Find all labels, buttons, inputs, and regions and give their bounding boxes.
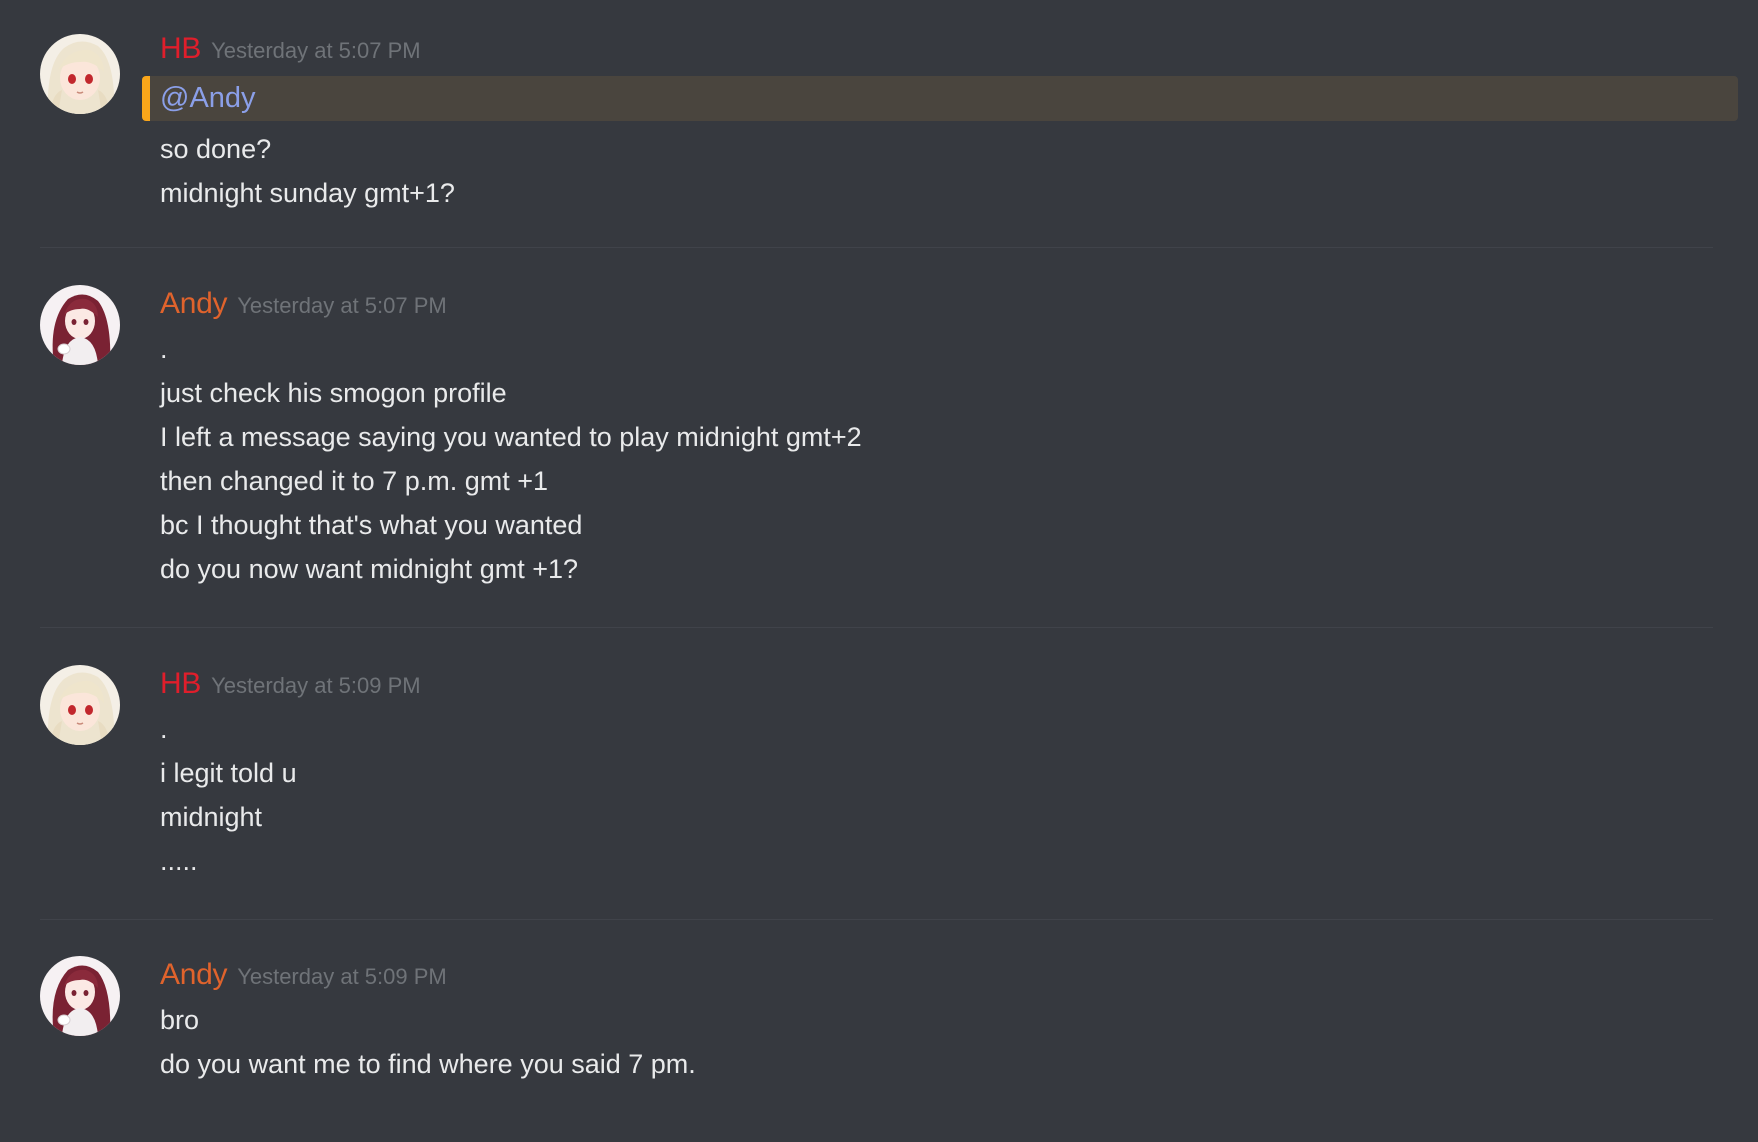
andy-avatar-icon[interactable]: [40, 285, 120, 365]
timestamp: Yesterday at 5:09 PM: [211, 673, 421, 698]
mention-highlight: @Andy: [142, 76, 1738, 121]
message-line: i legit told u: [160, 758, 297, 788]
message-header: HB Yesterday at 5:07 PM: [160, 30, 1713, 72]
mention-link[interactable]: @Andy: [160, 82, 256, 114]
message-group: Andy Yesterday at 5:07 PM . just check h…: [40, 248, 1713, 591]
chat-log: HB Yesterday at 5:07 PM @Andy so done? m…: [0, 0, 1758, 1142]
message-group: Andy Yesterday at 5:09 PM bro do you wan…: [40, 920, 1713, 1086]
message-line: then changed it to 7 p.m. gmt +1: [160, 466, 548, 496]
timestamp: Yesterday at 5:07 PM: [211, 38, 421, 63]
message-line: bc I thought that's what you wanted: [160, 510, 583, 540]
timestamp: Yesterday at 5:09 PM: [237, 964, 447, 989]
message-group: HB Yesterday at 5:07 PM @Andy so done? m…: [40, 0, 1738, 215]
message-line: do you now want midnight gmt +1?: [160, 554, 578, 584]
hb-avatar-icon[interactable]: [40, 665, 120, 745]
username[interactable]: HB: [160, 667, 201, 701]
timestamp: Yesterday at 5:07 PM: [237, 293, 447, 318]
message-line: midnight: [160, 802, 263, 832]
message-line: just check his smogon profile: [160, 378, 507, 408]
message-line: .: [160, 714, 168, 744]
message-line: do you want me to find where you said 7 …: [160, 1049, 696, 1079]
message-line: bro: [160, 1005, 200, 1035]
message-line: .....: [160, 846, 198, 876]
hb-avatar-icon[interactable]: [40, 34, 120, 114]
username[interactable]: Andy: [160, 958, 227, 992]
message-header: Andy Yesterday at 5:09 PM: [160, 956, 1713, 998]
message-header: HB Yesterday at 5:09 PM: [160, 665, 1713, 707]
message-line: I left a message saying you wanted to pl…: [160, 422, 862, 452]
username[interactable]: HB: [160, 32, 201, 66]
message-line: .: [160, 334, 168, 364]
username[interactable]: Andy: [160, 287, 227, 321]
message-line: so done?: [160, 134, 272, 164]
andy-avatar-icon[interactable]: [40, 956, 120, 1036]
message-group: HB Yesterday at 5:09 PM . i legit told u…: [40, 628, 1713, 883]
message-line: midnight sunday gmt+1?: [160, 178, 455, 208]
message-header: Andy Yesterday at 5:07 PM: [160, 285, 1713, 327]
